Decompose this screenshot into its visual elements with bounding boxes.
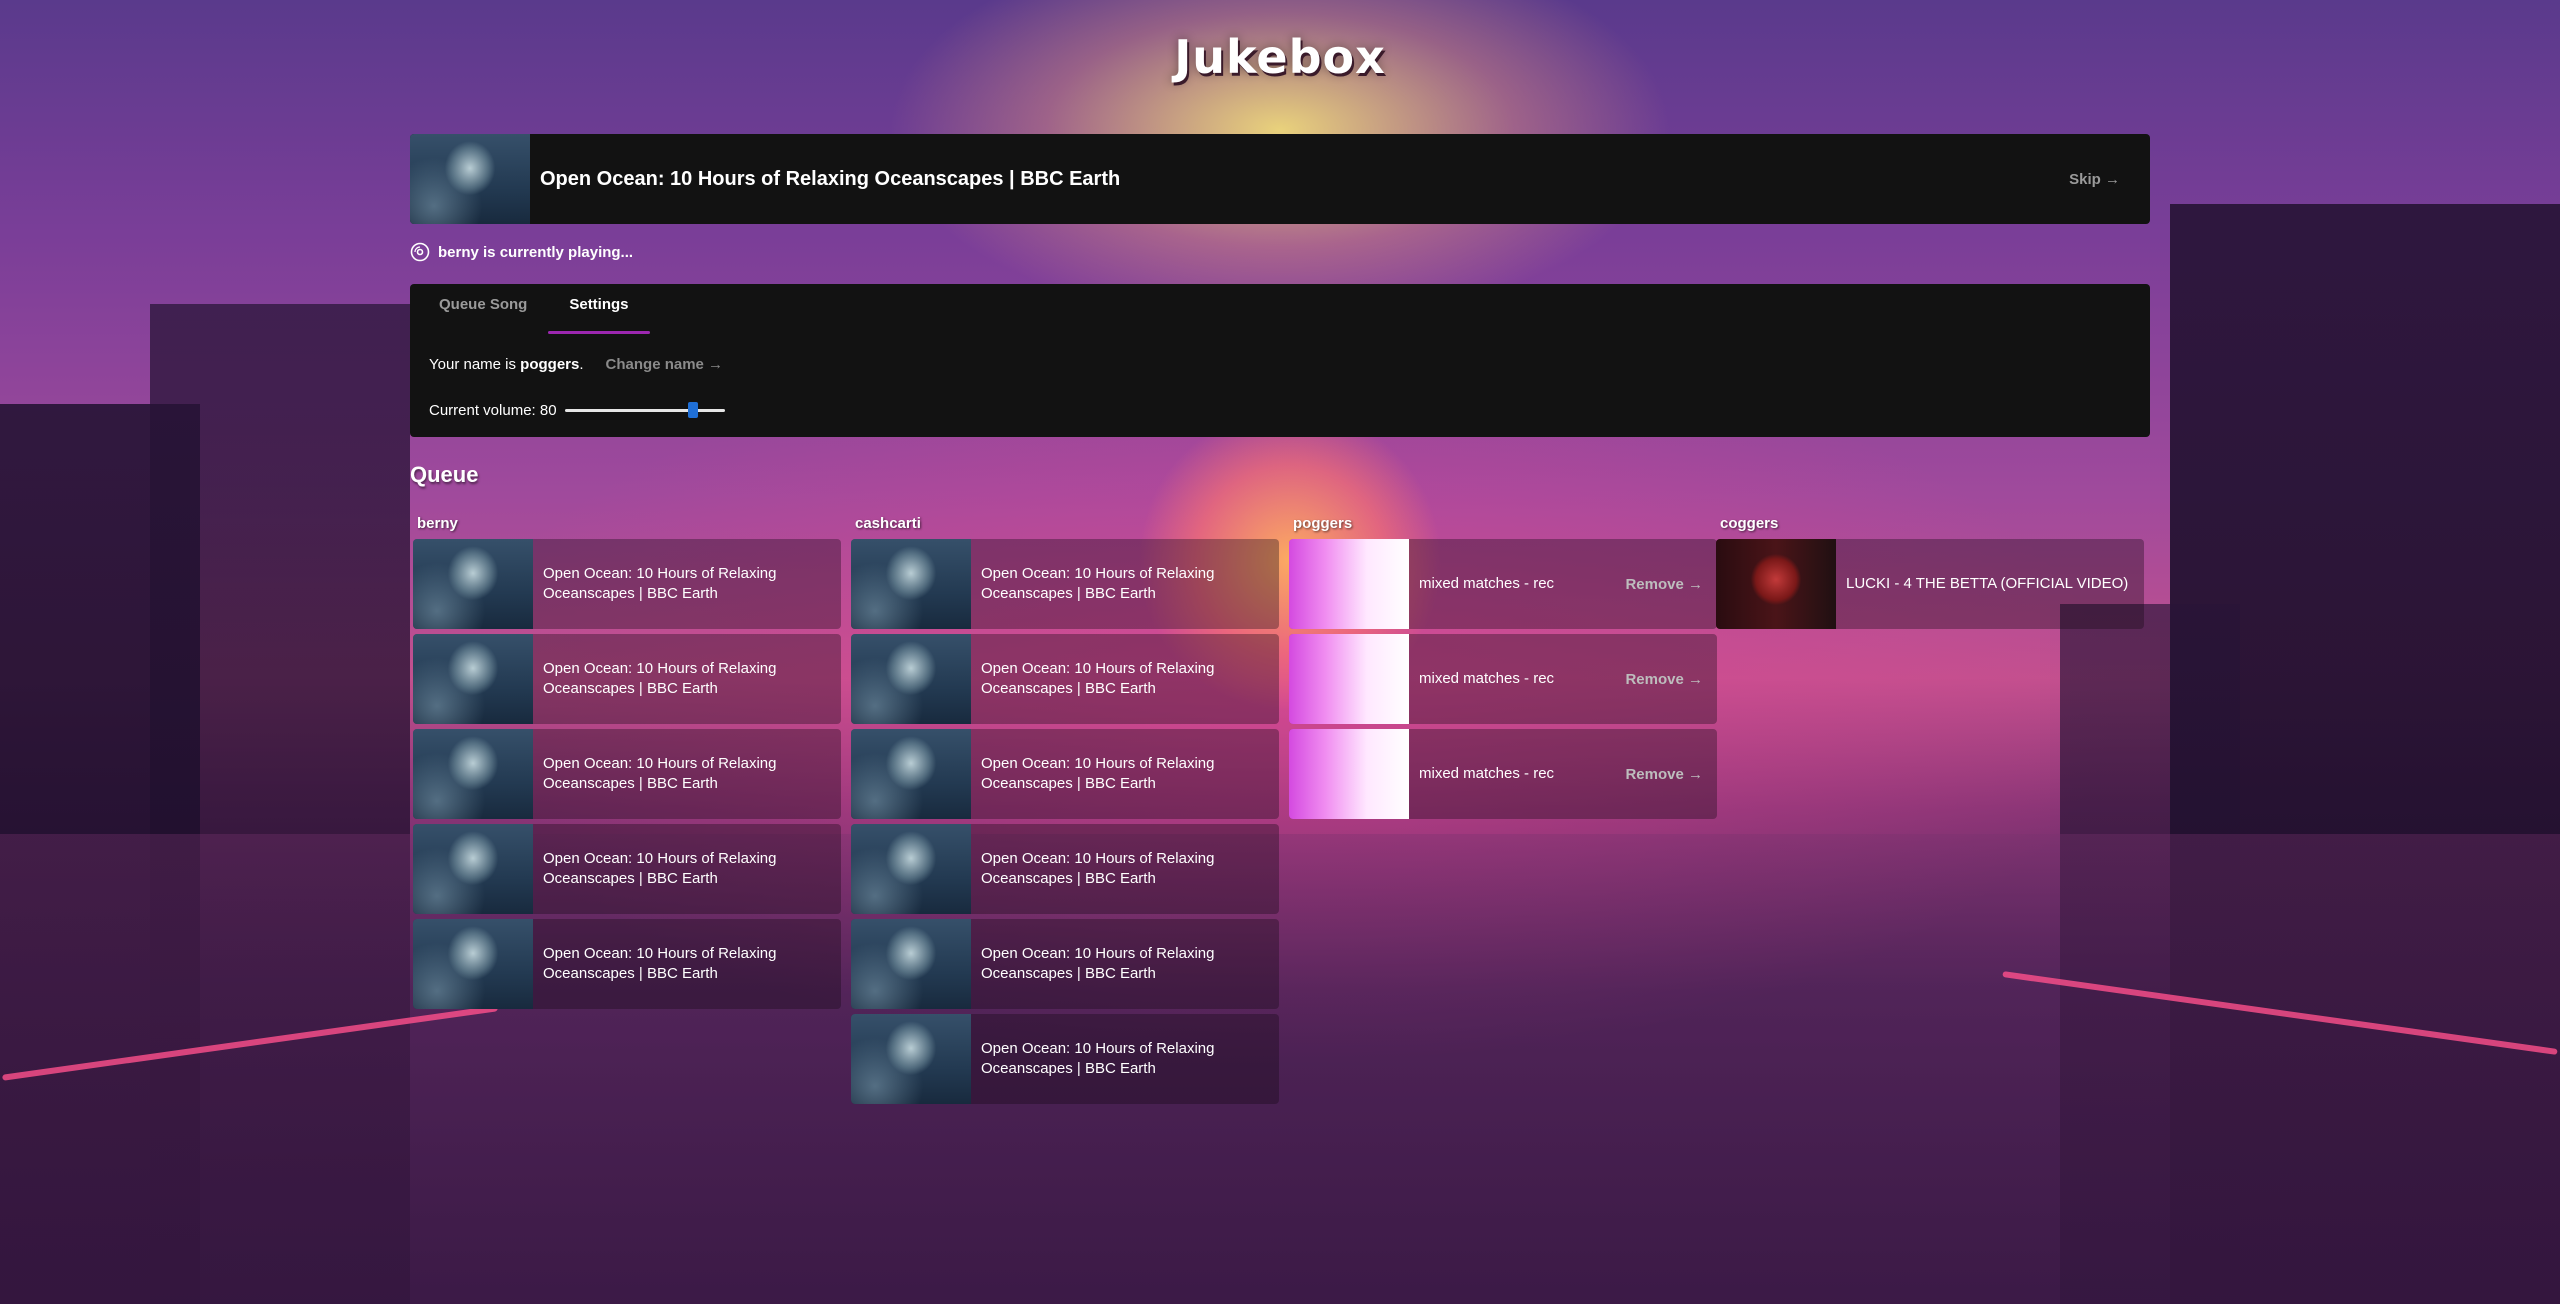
now-playing-title: Open Ocean: 10 Hours of Relaxing Oceansc… <box>540 167 1121 190</box>
queue-item: mixed matches - rec Remove → <box>1289 729 1717 819</box>
volume-row: Current volume: 80 <box>429 401 725 419</box>
queue-item-title: Open Ocean: 10 Hours of Relaxing Oceansc… <box>543 850 777 887</box>
queue-item: Open Ocean: 10 Hours of Relaxing Oceansc… <box>851 1014 1279 1104</box>
queue-column-user: berny <box>417 515 458 532</box>
queue-column-coggers: coggers LUCKI - 4 THE BETTA (OFFICIAL VID… <box>1716 515 2144 634</box>
queue-item: Open Ocean: 10 Hours of Relaxing Oceansc… <box>851 729 1279 819</box>
queue-item-title: Open Ocean: 10 Hours of Relaxing Oceansc… <box>981 850 1215 887</box>
tab-settings[interactable]: Settings <box>548 284 650 334</box>
playing-status: berny is currently playing... <box>410 242 633 262</box>
queue-item: LUCKI - 4 THE BETTA (OFFICIAL VIDEO) <box>1716 539 2144 629</box>
queue-item: Open Ocean: 10 Hours of Relaxing Oceansc… <box>413 539 841 629</box>
queue-item-thumbnail <box>1289 729 1409 819</box>
name-row: Your name is poggers . Change name → <box>429 356 723 373</box>
queue-item-thumbnail <box>1716 539 1836 629</box>
volume-label: Current volume: 80 <box>429 401 557 419</box>
queue-item-title: mixed matches - rec <box>1419 575 1555 592</box>
queue-item-title: Open Ocean: 10 Hours of Relaxing Oceansc… <box>981 565 1215 602</box>
app-title: Jukebox <box>1174 30 1386 84</box>
queue-column-cashcarti: cashcarti Open Ocean: 10 Hours of Relaxin… <box>851 515 1279 1109</box>
queue-item-title: Open Ocean: 10 Hours of Relaxing Oceansc… <box>981 755 1215 792</box>
queue-item-thumbnail <box>413 729 533 819</box>
queue-item: Open Ocean: 10 Hours of Relaxing Oceansc… <box>413 919 841 1009</box>
queue-item-title: Open Ocean: 10 Hours of Relaxing Oceansc… <box>543 755 777 792</box>
queue-item-title: Open Ocean: 10 Hours of Relaxing Oceansc… <box>981 945 1215 982</box>
queue-item: mixed matches - rec Remove → <box>1289 539 1717 629</box>
queue-item-title: Open Ocean: 10 Hours of Relaxing Oceansc… <box>981 1040 1215 1077</box>
queue-item-thumbnail <box>1289 539 1409 629</box>
queue-item-title: Open Ocean: 10 Hours of Relaxing Oceansc… <box>543 565 777 602</box>
control-panel: Queue Song Settings Your name is poggers… <box>410 284 2150 437</box>
queue-item-thumbnail <box>851 539 971 629</box>
change-name-button[interactable]: Change name → <box>606 356 724 373</box>
queue-item-thumbnail <box>851 1014 971 1104</box>
queue-item: Open Ocean: 10 Hours of Relaxing Oceansc… <box>851 919 1279 1009</box>
queue-column-berny: berny Open Ocean: 10 Hours of Relaxing Oc… <box>413 515 841 1014</box>
remove-button[interactable]: Remove → <box>1625 671 1703 688</box>
now-playing-thumbnail <box>410 134 530 224</box>
name-prefix: Your name is <box>429 356 521 373</box>
queue-item-thumbnail <box>413 824 533 914</box>
queue-item: Open Ocean: 10 Hours of Relaxing Oceansc… <box>413 729 841 819</box>
queue-item-thumbnail <box>851 824 971 914</box>
volume-slider[interactable] <box>564 401 725 419</box>
queue-item-title: LUCKI - 4 THE BETTA (OFFICIAL VIDEO) <box>1846 575 2129 592</box>
queue-item-title: Open Ocean: 10 Hours of Relaxing Oceansc… <box>543 945 777 982</box>
queue-item-title: mixed matches - rec <box>1419 765 1555 782</box>
queue-item-thumbnail <box>413 919 533 1009</box>
queue-item-thumbnail <box>851 919 971 1009</box>
volume-slider-thumb[interactable] <box>687 402 698 418</box>
status-text: berny is currently playing... <box>438 243 634 261</box>
name-suffix: . <box>579 356 584 373</box>
queue-item: Open Ocean: 10 Hours of Relaxing Oceansc… <box>413 824 841 914</box>
queue-item-title: Open Ocean: 10 Hours of Relaxing Oceansc… <box>543 660 777 697</box>
queue-item-thumbnail <box>413 634 533 724</box>
queue-item-thumbnail <box>1289 634 1409 724</box>
queue-item: Open Ocean: 10 Hours of Relaxing Oceansc… <box>413 634 841 724</box>
now-playing-bar: Open Ocean: 10 Hours of Relaxing Oceansc… <box>410 134 2150 224</box>
queue-column-user: cashcarti <box>855 515 921 532</box>
disc-icon <box>410 242 430 262</box>
skip-button[interactable]: Skip → <box>2069 171 2120 188</box>
queue-item-thumbnail <box>851 634 971 724</box>
queue-column-user: poggers <box>1293 515 1353 532</box>
queue-item: Open Ocean: 10 Hours of Relaxing Oceansc… <box>851 539 1279 629</box>
tab-bar: Queue Song Settings <box>410 284 2150 334</box>
queue-item: mixed matches - rec Remove → <box>1289 634 1717 724</box>
queue-item-title: mixed matches - rec <box>1419 670 1555 687</box>
queue-column-user: coggers <box>1720 515 1779 532</box>
queue-column-poggers: poggers mixed matches - rec Remove → mixed … <box>1289 515 1717 824</box>
queue-item-title: Open Ocean: 10 Hours of Relaxing Oceansc… <box>981 660 1215 697</box>
remove-button[interactable]: Remove → <box>1625 576 1703 593</box>
tab-queue-song[interactable]: Queue Song <box>418 284 548 328</box>
queue-item: Open Ocean: 10 Hours of Relaxing Oceansc… <box>851 634 1279 724</box>
remove-button[interactable]: Remove → <box>1625 766 1703 783</box>
queue-item-thumbnail <box>413 539 533 629</box>
queue-heading: Queue <box>410 462 479 487</box>
queue-item-thumbnail <box>851 729 971 819</box>
queue-item: Open Ocean: 10 Hours of Relaxing Oceansc… <box>851 824 1279 914</box>
user-name: poggers <box>520 356 580 373</box>
volume-slider-track <box>564 409 725 412</box>
